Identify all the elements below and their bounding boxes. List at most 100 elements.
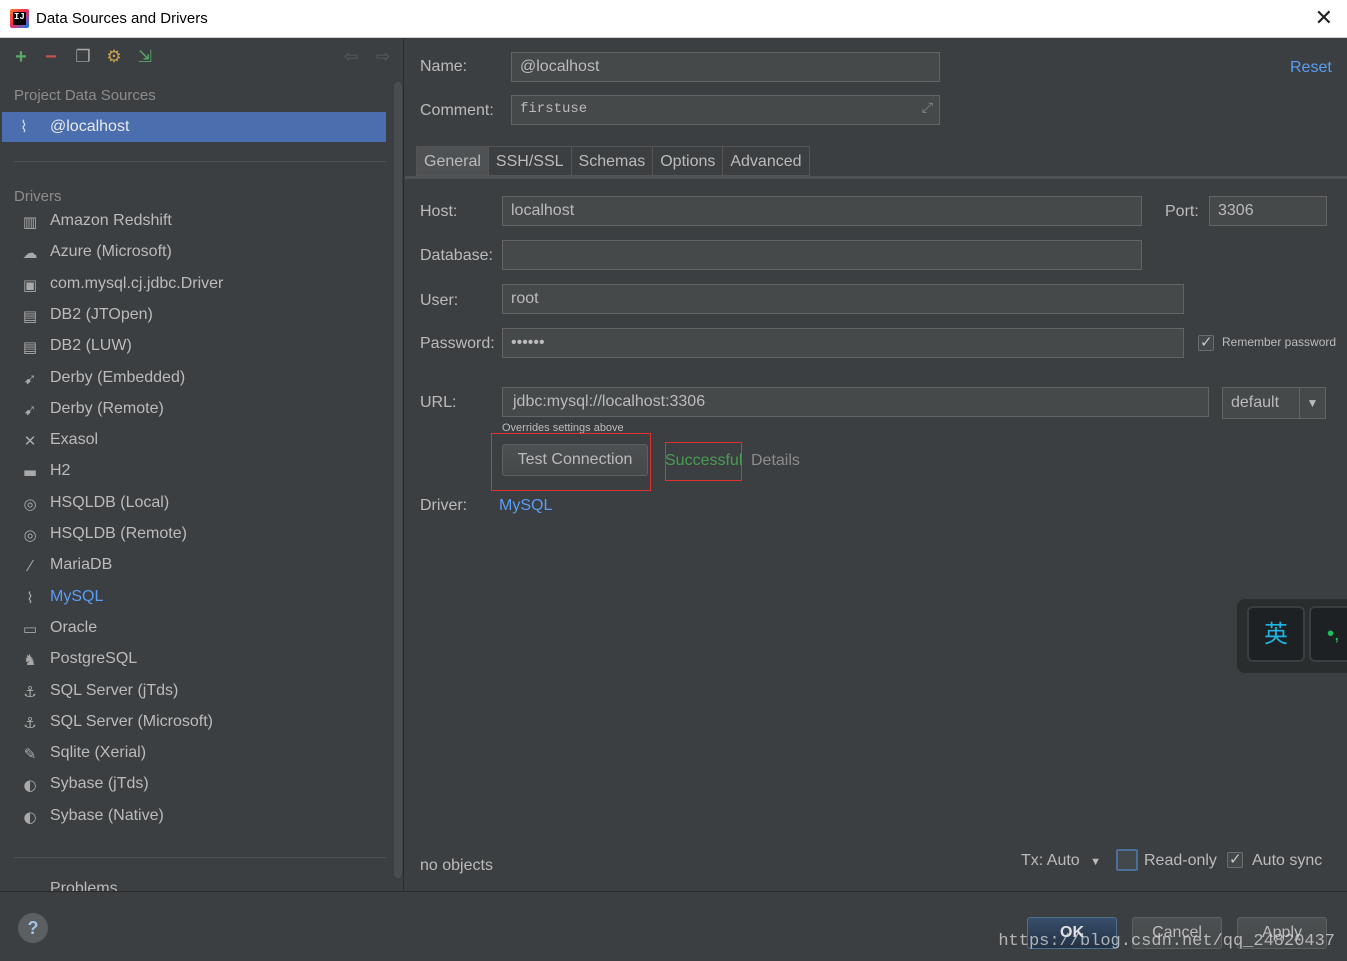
add-icon[interactable]: + [10,46,32,68]
driver-label: Oracle [50,618,98,636]
user-field[interactable]: root [502,284,1184,314]
comment-label: Comment: [420,102,494,119]
driver-item[interactable]: ◎ HSQLDB (Local) [0,490,390,518]
data-source-item-localhost[interactable]: ⌇ @localhost [2,112,386,142]
expand-icon[interactable]: ⤢ [922,101,933,117]
reset-link[interactable]: Reset [1290,59,1332,77]
driver-item[interactable]: ◎ HSQLDB (Remote) [0,521,390,549]
data-source-label: @localhost [50,118,130,135]
driver-item[interactable]: ⌇ MySQL [0,584,390,612]
tab-options[interactable]: Options [653,146,724,176]
url-mode-value: default [1231,394,1280,411]
chevron-down-icon: ▼ [1090,856,1102,868]
remember-password-checkbox[interactable] [1198,333,1214,351]
section-project-data-sources: Project Data Sources [14,87,156,104]
driver-item[interactable]: ◐ Sybase (Native) [0,803,390,831]
password-label: Password: [420,335,495,352]
driver-label: Driver: [420,497,468,514]
port-field[interactable]: 3306 [1209,196,1327,226]
intellij-app-icon: IJ [10,9,29,28]
test-connection-button[interactable]: Test Connection [502,444,648,476]
forward-arrow-icon[interactable]: ⇨ [372,46,394,68]
database-field[interactable] [502,240,1142,270]
chevron-down-icon: ▼ [1299,388,1325,418]
section-divider [14,857,386,858]
section-drivers: Drivers [14,188,62,205]
host-field[interactable]: localhost [502,196,1142,226]
mysql-icon: ⌇ [26,588,34,607]
read-only-label: Read-only [1144,852,1217,869]
tab-bar: General SSH/SSL Schemas Options Advanced [416,146,810,176]
tab-general[interactable]: General [416,146,489,176]
driver-label: SQL Server (jTds) [50,681,179,699]
driver-label: Derby (Remote) [50,399,164,417]
driver-item[interactable]: ▤ DB2 (JTOpen) [0,302,390,330]
url-label: URL: [420,394,457,411]
name-field[interactable]: @localhost [511,52,940,82]
tab-advanced[interactable]: Advanced [723,146,810,176]
driver-label: H2 [50,462,71,480]
driver-label: SQL Server (Microsoft) [50,712,213,730]
driver-item[interactable]: ✕ Exasol [0,427,390,455]
auto-sync-checkbox[interactable] [1227,850,1243,868]
copy-icon[interactable]: ❐ [72,46,94,68]
driver-item[interactable]: ◐ Sybase (jTds) [0,771,390,799]
close-icon[interactable]: ✕ [1315,6,1333,30]
driver-item[interactable]: ☁ Azure (Microsoft) [0,239,390,267]
ime-punctuation-key[interactable]: •, [1309,606,1347,662]
driver-item[interactable]: ▬ H2 [0,458,390,486]
test-result-status: Successful [665,452,743,469]
sybase-icon: ◐ [23,776,37,795]
left-toolbar: + − ❐ ⚙ ⇲ ⇦ ⇨ [0,38,404,78]
driver-item[interactable]: ▭ Oracle [0,615,390,643]
tab-ssh-ssl[interactable]: SSH/SSL [488,146,572,176]
watermark: https://blog.csdn.net/qq_24820437 [998,932,1335,951]
remember-password-label: Remember password [1222,335,1337,349]
import-icon[interactable]: ⇲ [134,46,156,68]
driver-item[interactable]: ▤ DB2 (LUW) [0,333,390,361]
user-label: User: [420,292,459,309]
comment-field[interactable]: firstuse ⤢ [511,95,940,125]
ime-mode-key[interactable]: 英 [1247,606,1305,662]
postgresql-icon: ♞ [23,651,37,670]
driver-item[interactable]: ➹ Derby (Embedded) [0,365,390,393]
left-panel: + − ❐ ⚙ ⇲ ⇦ ⇨ Project Data Sources ⌇ @lo… [0,38,404,897]
driver-label: DB2 (LUW) [50,337,132,355]
mysql-icon: ⌇ [20,119,28,136]
details-link[interactable]: Details [751,452,800,470]
tab-schemas[interactable]: Schemas [571,146,654,176]
driver-item[interactable]: ⚓ SQL Server (Microsoft) [0,709,390,737]
driver-label: Sybase (Native) [50,806,164,824]
driver-item[interactable]: ⁄ MariaDB [0,552,390,580]
driver-item[interactable]: ▥ Amazon Redshift [0,208,390,236]
read-only-checkbox[interactable] [1116,849,1138,871]
driver-label: Derby (Embedded) [50,368,186,386]
driver-item[interactable]: ➹ Derby (Remote) [0,396,390,424]
url-mode-select[interactable]: default ▼ [1222,387,1326,419]
exasol-icon: ✕ [23,432,37,451]
driver-item[interactable]: ⚓ SQL Server (jTds) [0,678,390,706]
driver-link[interactable]: MySQL [499,497,552,515]
oracle-icon: ▭ [22,619,38,638]
driver-item[interactable]: ▣ com.mysql.cj.jdbc.Driver [0,271,390,299]
redshift-icon: ▥ [22,213,38,231]
ibm-db2-icon: ▤ [22,338,38,357]
url-field[interactable]: jdbc:mysql://localhost:3306 [502,387,1209,417]
bottom-bar: ? OK Cancel Apply https://blog.csdn.net/… [0,891,1347,961]
help-icon[interactable]: ? [18,913,48,943]
driver-item[interactable]: ✎ Sqlite (Xerial) [0,740,390,768]
left-scrollbar[interactable] [394,82,402,878]
driver-item[interactable]: ♞ PostgreSQL [0,646,390,674]
tx-mode-dropdown[interactable]: Tx: Auto ▼ [1021,852,1101,870]
remove-icon[interactable]: − [40,46,62,68]
hsqldb-icon: ◎ [23,526,37,544]
properties-icon[interactable]: ⚙ [103,46,125,68]
back-arrow-icon[interactable]: ⇦ [340,46,362,68]
ime-toolbar: 英 •, [1237,599,1347,673]
password-field[interactable]: •••••• [502,328,1184,358]
name-label: Name: [420,58,468,75]
driver-label: Azure (Microsoft) [50,243,172,261]
mariadb-icon: ⁄ [28,557,32,576]
tx-mode-label: Tx: Auto [1021,852,1080,869]
sqlite-icon: ✎ [23,745,37,764]
